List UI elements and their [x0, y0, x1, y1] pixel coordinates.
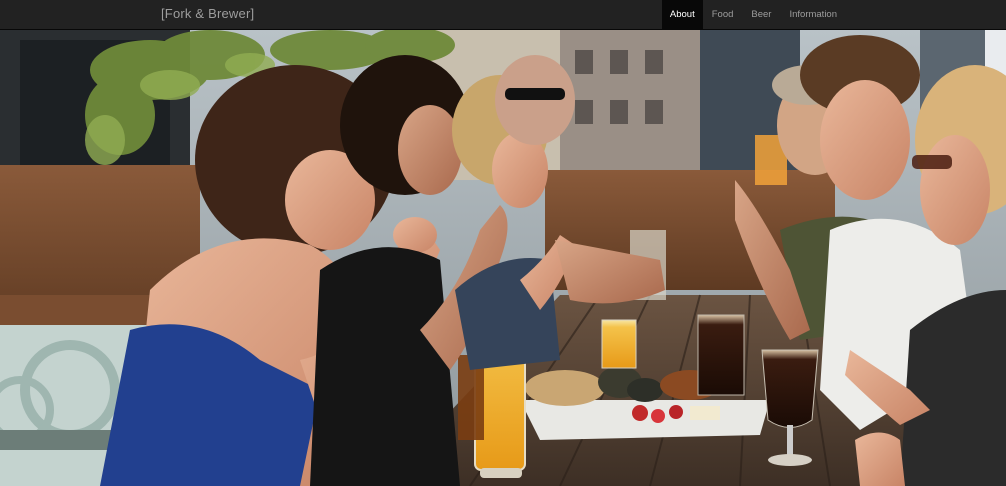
nav-link-beer[interactable]: Beer	[742, 0, 780, 30]
nav-item-beer[interactable]: Beer	[742, 0, 780, 30]
nav-link-about[interactable]: About	[661, 0, 703, 30]
top-navbar: [Fork & Brewer] About Food Beer Informat…	[0, 0, 1006, 30]
nav-item-information[interactable]: Information	[780, 0, 846, 30]
hero-photo	[0, 30, 1006, 486]
nav-item-food[interactable]: Food	[703, 0, 743, 30]
nav-item-about[interactable]: About	[661, 0, 703, 30]
nav-menu: About Food Beer Information	[661, 0, 846, 30]
page: [Fork & Brewer] About Food Beer Informat…	[0, 0, 1006, 486]
photo-group-dining-outdoors-icon	[0, 30, 1006, 486]
nav-link-food[interactable]: Food	[703, 0, 743, 30]
brand-link[interactable]: [Fork & Brewer]	[161, 6, 254, 21]
nav-link-information[interactable]: Information	[780, 0, 846, 30]
